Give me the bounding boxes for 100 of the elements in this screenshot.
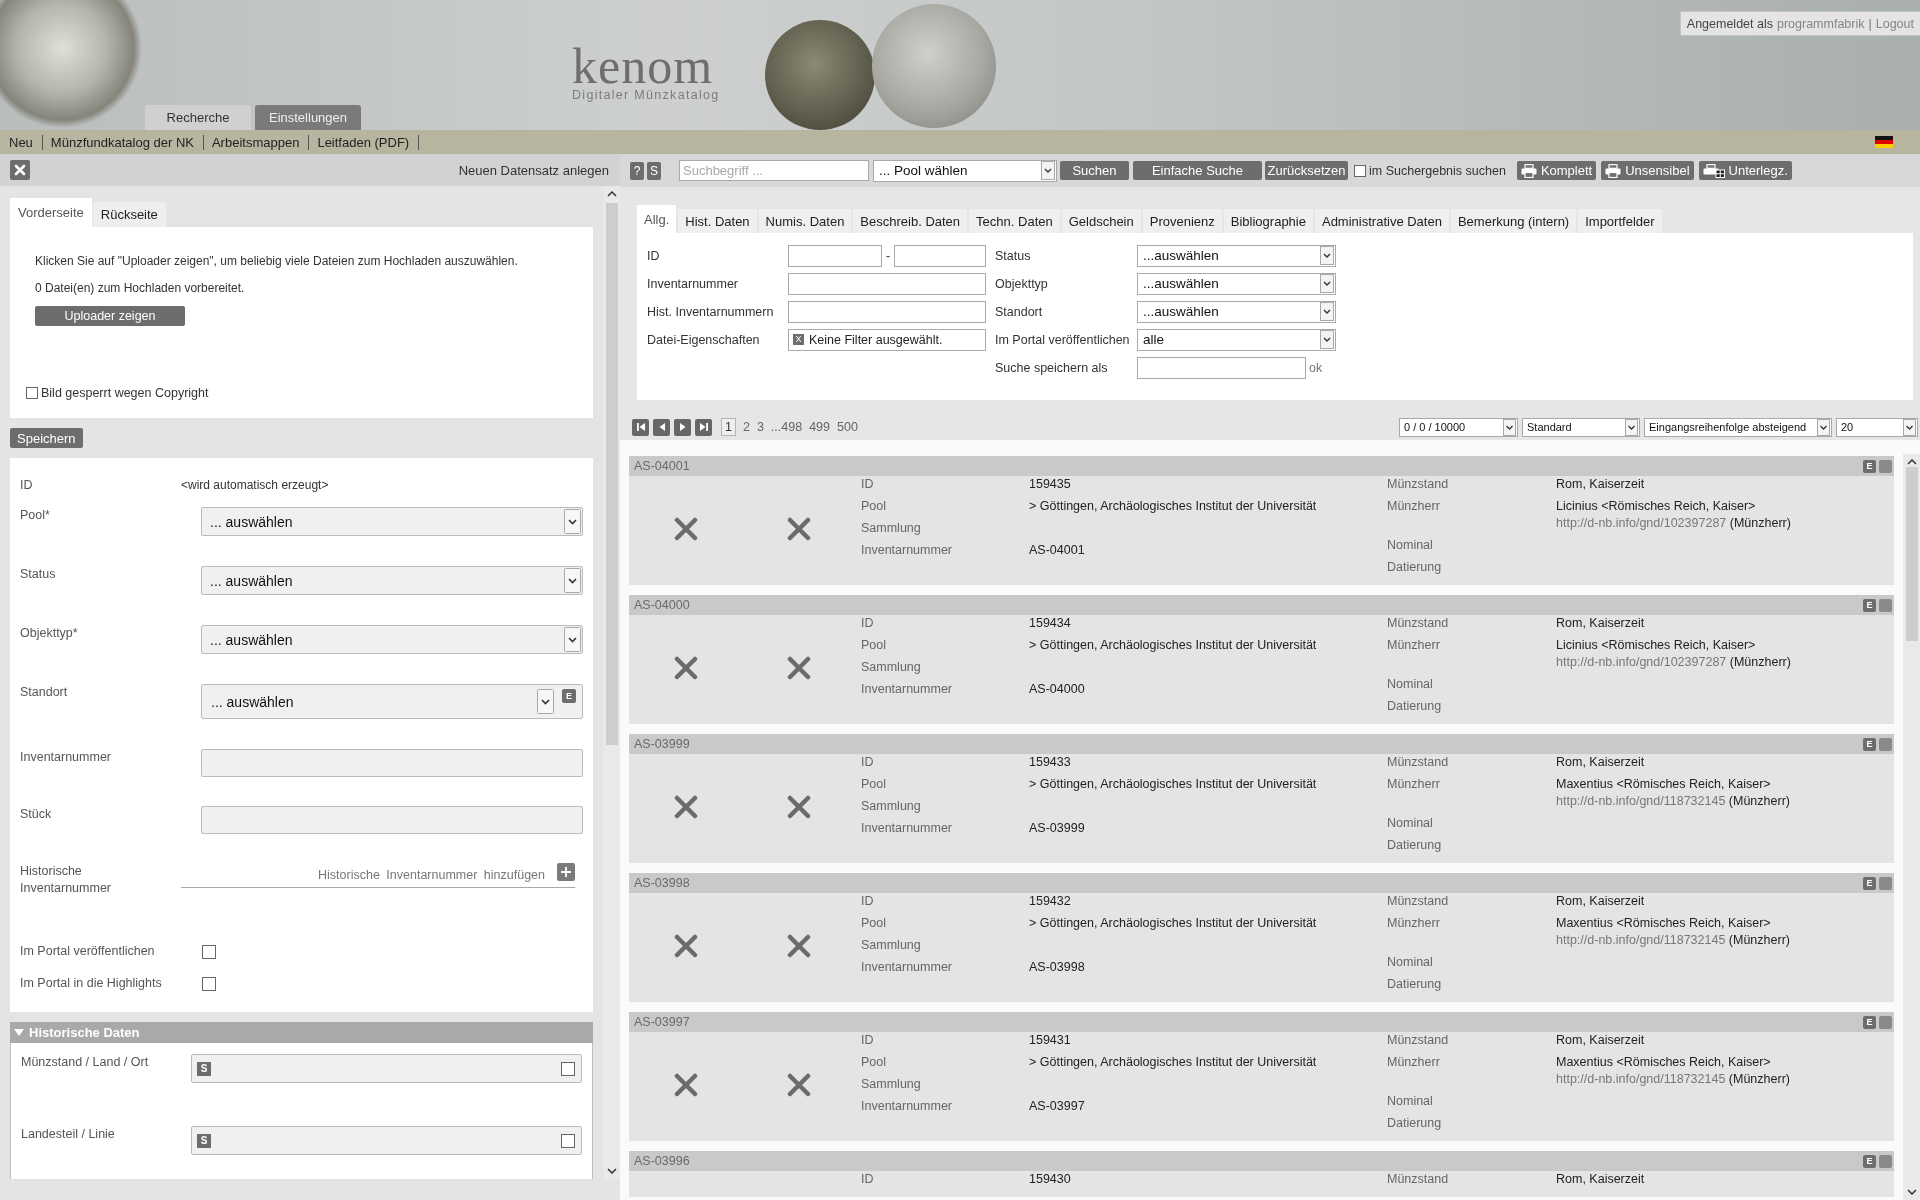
gnd-link[interactable]: http://d-nb.info/gnd/102397287	[1556, 516, 1727, 530]
filter-field[interactable]: X Keine Filter ausgewählt.	[788, 328, 986, 351]
select-field[interactable]: ... auswählen	[201, 507, 583, 536]
chevron-down-icon[interactable]	[606, 1168, 617, 1174]
page-link[interactable]: 2	[742, 420, 750, 434]
reset-button[interactable]: Zurücksetzen	[1265, 161, 1348, 180]
first-page-button[interactable]	[632, 418, 649, 436]
checkbox[interactable]	[26, 387, 38, 399]
page-link[interactable]: 500	[837, 420, 858, 434]
input-field[interactable]	[201, 749, 583, 777]
print-button[interactable]: Unterlegz.	[1698, 161, 1792, 180]
image-side-tab[interactable]: Vorderseite	[10, 198, 92, 227]
select-field[interactable]: ...auswählen	[1137, 244, 1336, 267]
input-field[interactable]	[788, 244, 882, 267]
select-field[interactable]: 0 / 0 / 10000	[1399, 417, 1518, 437]
checkbox[interactable]	[202, 976, 216, 991]
square-icon[interactable]	[1879, 737, 1892, 751]
edit-button[interactable]: E	[1863, 459, 1876, 473]
filter-tab[interactable]: Beschreib. Daten	[853, 209, 968, 233]
previous-page-button[interactable]	[653, 418, 670, 436]
scrollbar-thumb[interactable]	[1905, 467, 1918, 641]
checkbox[interactable]	[561, 1133, 575, 1148]
input-field[interactable]	[788, 272, 986, 295]
menu-item[interactable]: Neu	[1, 134, 43, 150]
page-link[interactable]: ...498	[770, 420, 803, 434]
select-field[interactable]: Eingangsreihenfolge absteigend	[1644, 417, 1832, 437]
select-field[interactable]: ... auswählen	[201, 625, 583, 654]
page-link[interactable]: 1	[721, 418, 736, 436]
gnd-link[interactable]: http://d-nb.info/gnd/118732145	[1556, 794, 1726, 808]
plus-icon[interactable]	[557, 863, 575, 881]
search-button[interactable]: Suchen	[1060, 161, 1129, 180]
checkbox[interactable]	[561, 1061, 575, 1076]
record-card[interactable]	[629, 734, 1894, 863]
filter-tab[interactable]: Importfelder	[1578, 209, 1662, 233]
checkbox[interactable]	[1354, 164, 1366, 177]
print-button[interactable]: Unsensibel	[1601, 161, 1694, 180]
select-field[interactable]: ... auswählen E	[201, 684, 583, 719]
gnd-link[interactable]: http://d-nb.info/gnd/118732145	[1556, 933, 1726, 947]
select-field[interactable]: alle	[1137, 328, 1336, 351]
menu-item[interactable]: Arbeitsmappen	[203, 134, 310, 150]
nav-tab[interactable]: Recherche	[145, 105, 251, 130]
uploader-button[interactable]: Uploader zeigen	[35, 306, 185, 326]
simple-search-button[interactable]: Einfache Suche	[1133, 161, 1262, 180]
edit-button[interactable]: E	[1863, 1154, 1876, 1168]
square-icon[interactable]	[1879, 598, 1892, 612]
filter-tab[interactable]: Allg.	[637, 205, 677, 233]
select-field[interactable]: ... Pool wählen	[873, 159, 1057, 182]
last-page-button[interactable]	[695, 418, 712, 436]
gnd-link[interactable]: http://d-nb.info/gnd/118732145	[1556, 1072, 1726, 1086]
chevron-up-icon[interactable]	[1906, 459, 1917, 465]
nav-tab[interactable]: Einstellungen	[255, 105, 361, 130]
menu-item[interactable]: Münzfundkatalog der NK	[42, 134, 204, 150]
square-icon[interactable]	[1879, 459, 1892, 473]
filter-tab[interactable]: Geldschein	[1061, 209, 1141, 233]
select-field[interactable]: ...auswählen	[1137, 300, 1336, 323]
square-icon[interactable]	[1879, 1015, 1892, 1029]
ok-link[interactable]: ok	[1309, 360, 1323, 375]
logout-link[interactable]: Logout	[1875, 16, 1914, 31]
input-field[interactable]: S	[191, 1054, 582, 1083]
edit-button[interactable]: E	[562, 689, 576, 703]
scrollbar-thumb[interactable]	[605, 203, 618, 745]
square-icon[interactable]	[1879, 876, 1892, 890]
page-link[interactable]: 3	[756, 420, 764, 434]
chevron-down-icon[interactable]	[1906, 1189, 1917, 1195]
filter-tab[interactable]: Hist. Daten	[678, 209, 757, 233]
edit-button[interactable]: E	[1863, 1015, 1876, 1029]
record-card[interactable]: AS-03996 E ID 159430 Münzstand Rom, Kaiserzeit	[629, 1151, 1894, 1197]
input-field[interactable]	[788, 300, 986, 323]
record-card[interactable]	[629, 873, 1894, 1002]
edit-button[interactable]: E	[1863, 598, 1876, 612]
input-field[interactable]	[201, 806, 583, 834]
select-field[interactable]: Standard	[1522, 417, 1640, 437]
scrollbar[interactable]	[603, 186, 620, 1179]
square-icon[interactable]	[1879, 1154, 1892, 1168]
filter-tab[interactable]: Bemerkung (intern)	[1450, 209, 1577, 233]
close-icon[interactable]	[10, 160, 30, 180]
filter-tab[interactable]: Numis. Daten	[758, 209, 852, 233]
image-side-tab[interactable]: Rückseite	[92, 202, 166, 227]
edit-button[interactable]: E	[1863, 737, 1876, 751]
record-card[interactable]	[629, 595, 1894, 724]
filter-tab[interactable]: Provenienz	[1142, 209, 1222, 233]
menu-item[interactable]: Leitfaden (PDF)	[309, 134, 420, 150]
select-field[interactable]: ... auswählen	[201, 566, 583, 595]
s-button[interactable]: S	[197, 1061, 211, 1076]
edit-button[interactable]: E	[1863, 876, 1876, 890]
filter-tab[interactable]: Administrative Daten	[1314, 209, 1449, 233]
s-button[interactable]: S	[197, 1133, 211, 1148]
page-link[interactable]: 499	[809, 420, 830, 434]
flag-icon[interactable]	[1875, 136, 1893, 148]
select-field[interactable]: 20	[1836, 417, 1918, 437]
print-button[interactable]: Komplett	[1516, 161, 1597, 180]
s-button[interactable]: S	[647, 161, 661, 180]
help-button[interactable]: ?	[630, 161, 644, 180]
next-page-button[interactable]	[674, 418, 691, 436]
scrollbar[interactable]	[1903, 454, 1920, 1200]
input-field[interactable]	[894, 244, 986, 267]
record-card[interactable]	[629, 1012, 1894, 1141]
chevron-up-icon[interactable]	[606, 191, 617, 197]
record-card[interactable]	[629, 456, 1894, 585]
save-button[interactable]: Speichern	[10, 428, 83, 448]
